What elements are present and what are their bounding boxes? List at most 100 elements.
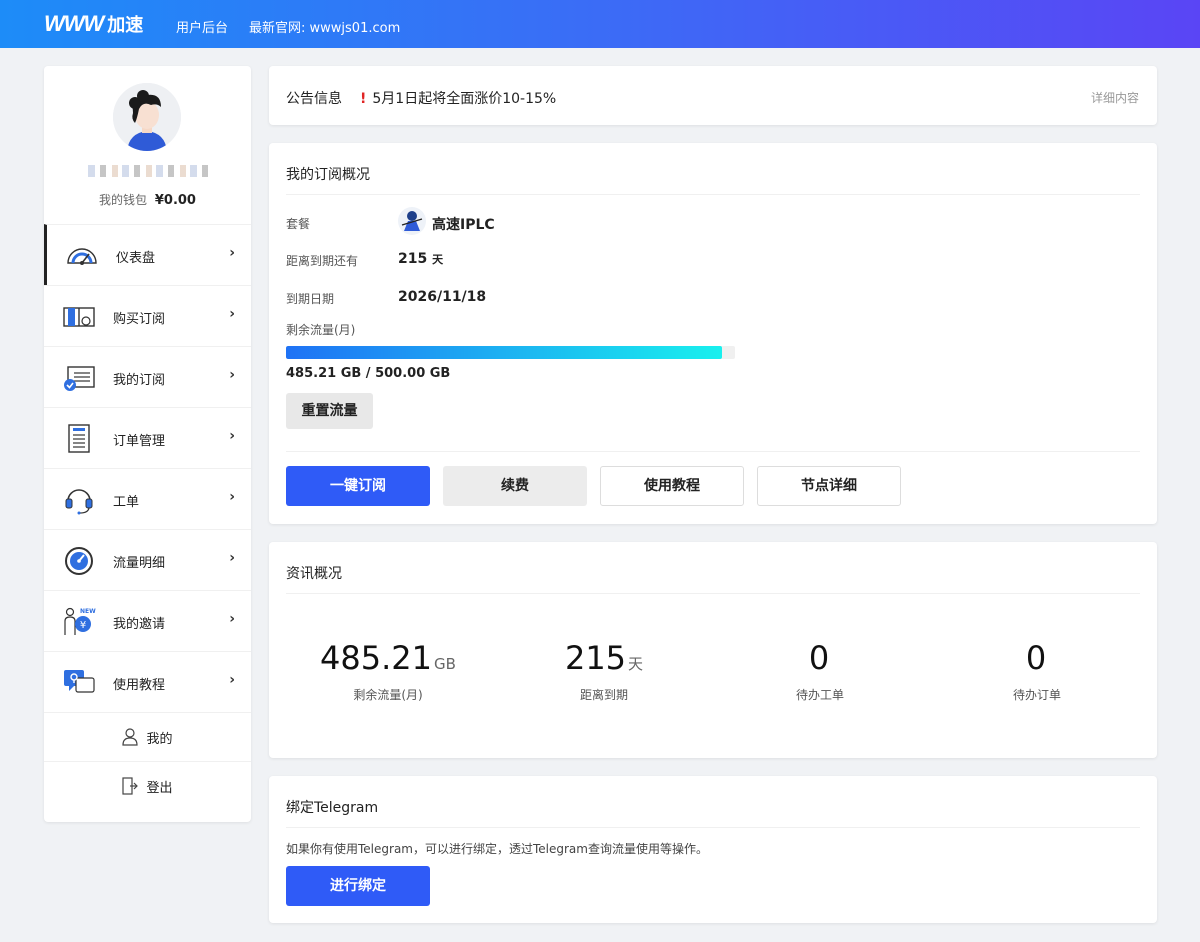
traffic-label: 剩余流量(月) bbox=[286, 323, 356, 337]
sidebar-item-label: 订单管理 bbox=[113, 434, 166, 449]
stat-label: 距离到期 bbox=[579, 688, 628, 702]
subscription-card: 我的订阅概况 套餐 高速IPLC 距离到期还有 215 天 到期日期 2026/… bbox=[269, 143, 1157, 524]
traffic-meter-icon bbox=[65, 547, 93, 575]
sidebar-item-dashboard[interactable]: 仪表盘 › bbox=[44, 224, 251, 285]
stat-value: 0 bbox=[808, 639, 830, 677]
order-document-icon bbox=[68, 424, 90, 453]
announcement-details-link[interactable]: 详细内容 bbox=[1091, 89, 1139, 106]
svg-text:NEW: NEW bbox=[80, 608, 96, 615]
remaining-unit: 天 bbox=[432, 253, 444, 266]
stat-days-remaining: 215 天 距离到期 bbox=[504, 638, 704, 703]
telegram-description: 如果你有使用Telegram，可以进行绑定，透过Telegram查询流量使用等操… bbox=[286, 842, 708, 856]
announcement-message: 5月1日起将全面涨价10-15% bbox=[372, 91, 557, 107]
logo[interactable]: WWW 加速 bbox=[44, 11, 143, 37]
stat-label: 待办订单 bbox=[1012, 688, 1061, 702]
announcement-title: 公告信息 bbox=[286, 91, 342, 107]
nav-user-admin[interactable]: 用户后台 bbox=[176, 17, 228, 36]
avatar[interactable] bbox=[113, 83, 181, 151]
chevron-right-icon: › bbox=[229, 672, 235, 688]
wallet-label: 我的钱包 bbox=[99, 193, 148, 207]
one-click-subscribe-button[interactable]: 一键订阅 bbox=[286, 466, 430, 506]
remaining-days: 215 bbox=[398, 251, 428, 267]
chevron-right-icon: › bbox=[229, 489, 235, 505]
telegram-card: 绑定Telegram 如果你有使用Telegram，可以进行绑定，透过Teleg… bbox=[269, 776, 1157, 923]
info-overview-title: 资讯概况 bbox=[286, 566, 342, 582]
chevron-right-icon: › bbox=[229, 550, 235, 566]
node-details-button[interactable]: 节点详细 bbox=[757, 466, 901, 506]
sidebar-item-label: 仪表盘 bbox=[116, 251, 156, 266]
expire-value: 2026/11/18 bbox=[398, 289, 487, 305]
plan-value: 高速IPLC bbox=[432, 217, 495, 233]
wallet: 我的钱包 ¥0.00 bbox=[44, 191, 251, 208]
logo-mark: WWW bbox=[44, 11, 104, 36]
sidebar-item-label: 我的邀请 bbox=[113, 617, 166, 632]
logout-door-icon bbox=[122, 777, 139, 795]
plan-label: 套餐 bbox=[286, 217, 311, 231]
traffic-progress-bar bbox=[286, 346, 735, 359]
invite-person-icon: ¥ NEW bbox=[64, 607, 96, 635]
avatar-person-icon bbox=[113, 83, 181, 151]
headset-icon bbox=[65, 489, 93, 515]
svg-text:¥: ¥ bbox=[80, 620, 86, 631]
divider bbox=[286, 593, 1140, 594]
stat-pending-tickets: 0 待办工单 bbox=[720, 638, 920, 703]
subscription-list-icon bbox=[64, 366, 95, 391]
sidebar-item-label: 工单 bbox=[113, 495, 140, 510]
remaining-value: 215 天 bbox=[398, 251, 443, 267]
stat-remaining-traffic: 485.21 GB 剩余流量(月) bbox=[288, 638, 488, 703]
reset-traffic-button[interactable]: 重置流量 bbox=[286, 393, 373, 429]
stat-label: 待办工单 bbox=[795, 688, 844, 702]
dashboard-gauge-icon bbox=[67, 248, 97, 265]
sidebar-item-label: 使用教程 bbox=[113, 678, 166, 693]
sidebar-item-traffic[interactable]: 流量明细 › bbox=[44, 529, 251, 590]
wallet-value: ¥0.00 bbox=[154, 193, 196, 208]
stat-value: 0 bbox=[1025, 639, 1047, 677]
chevron-right-icon: › bbox=[229, 306, 235, 322]
renew-button[interactable]: 续费 bbox=[443, 466, 587, 506]
announcement-text[interactable]: ! 5月1日起将全面涨价10-15% bbox=[360, 88, 556, 108]
sidebar-item-tutorial[interactable]: 使用教程 › bbox=[44, 651, 251, 712]
sidebar: 我的钱包 ¥0.00 仪表盘 › 购买订阅 › 我的订阅 › 订单管理 › 工单… bbox=[44, 66, 251, 822]
tutorial-button[interactable]: 使用教程 bbox=[600, 466, 744, 506]
stat-value: 215 bbox=[564, 639, 627, 677]
announcement-card: 公告信息 ! 5月1日起将全面涨价10-15% 详细内容 bbox=[269, 66, 1157, 125]
sidebar-item-my-subscription[interactable]: 我的订阅 › bbox=[44, 346, 251, 407]
username-blurred bbox=[88, 165, 208, 177]
rider-icon bbox=[401, 211, 423, 231]
traffic-value: 485.21 GB / 500.00 GB bbox=[286, 366, 451, 381]
info-overview-card: 资讯概况 485.21 GB 剩余流量(月) 215 天 距离到期 0 待办工单 0… bbox=[269, 542, 1157, 758]
sidebar-item-label: 购买订阅 bbox=[113, 312, 166, 327]
latest-site-link[interactable]: 最新官网: wwwjs01.com bbox=[249, 17, 400, 36]
user-icon bbox=[122, 728, 139, 746]
stat-value: 485.21 bbox=[320, 639, 433, 677]
sidebar-item-label: 流量明细 bbox=[113, 556, 166, 571]
expire-label: 到期日期 bbox=[286, 292, 335, 306]
divider bbox=[286, 827, 1140, 828]
plan-icon bbox=[398, 207, 426, 235]
traffic-progress-fill bbox=[286, 346, 722, 359]
stat-unit: 天 bbox=[628, 655, 644, 673]
profile-label: 我的 bbox=[146, 731, 173, 747]
stat-label: 剩余流量(月) bbox=[353, 688, 423, 702]
sidebar-item-buy-subscription[interactable]: 购买订阅 › bbox=[44, 285, 251, 346]
sidebar-item-label: 我的订阅 bbox=[113, 373, 166, 388]
chevron-right-icon: › bbox=[229, 367, 235, 383]
chevron-right-icon: › bbox=[229, 428, 235, 444]
bind-telegram-button[interactable]: 进行绑定 bbox=[286, 866, 430, 906]
shopping-book-icon bbox=[63, 307, 95, 327]
top-bar: WWW 加速 用户后台 最新官网: wwwjs01.com bbox=[0, 0, 1200, 48]
logo-text: 加速 bbox=[107, 15, 144, 36]
divider bbox=[286, 451, 1140, 452]
sidebar-item-orders[interactable]: 订单管理 › bbox=[44, 407, 251, 468]
remaining-label: 距离到期还有 bbox=[286, 254, 359, 268]
sidebar-item-tickets[interactable]: 工单 › bbox=[44, 468, 251, 529]
exclamation-icon: ! bbox=[360, 91, 367, 107]
sidebar-item-logout[interactable]: 登出 bbox=[44, 761, 251, 810]
subscription-title: 我的订阅概况 bbox=[286, 167, 370, 183]
sidebar-item-invite[interactable]: ¥ NEW 我的邀请 › bbox=[44, 590, 251, 651]
tutorial-chat-icon bbox=[64, 670, 95, 693]
logout-label: 登出 bbox=[146, 780, 173, 796]
chevron-right-icon: › bbox=[229, 245, 235, 261]
sidebar-item-profile[interactable]: 我的 bbox=[44, 712, 251, 761]
divider bbox=[286, 194, 1140, 195]
